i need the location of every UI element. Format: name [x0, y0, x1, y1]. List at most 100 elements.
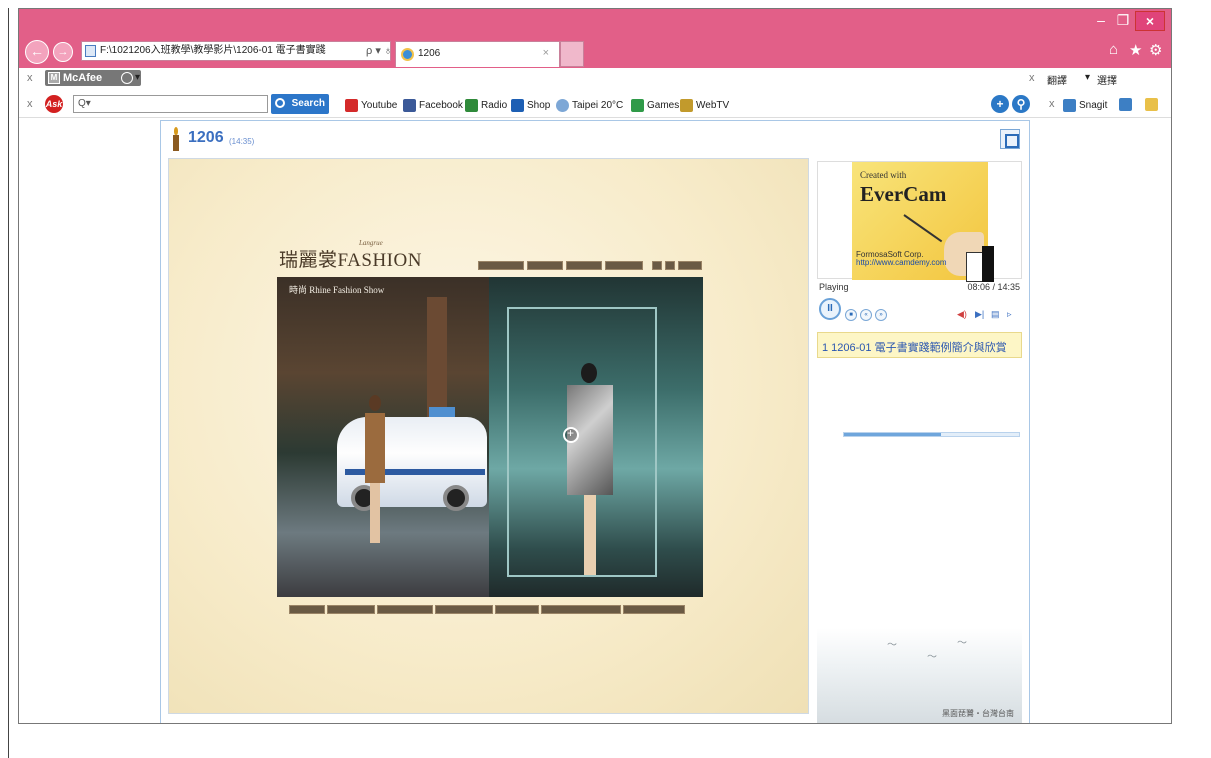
evercam-banner: Created with EverCam FormosaSoft Corp. h…	[852, 162, 994, 282]
search-button[interactable]: Search	[271, 94, 329, 114]
taxi-image	[337, 407, 487, 511]
add-icon[interactable]: +	[991, 95, 1009, 113]
model-left-image	[365, 395, 385, 545]
zoom-cursor-icon	[563, 426, 579, 443]
volume-icon[interactable]: ◀)	[957, 309, 967, 320]
evercam-url[interactable]: http://www.camdemy.com	[856, 258, 947, 267]
snagit-button[interactable]: Snagit	[1063, 98, 1107, 114]
tab-1206[interactable]: 1206 ×	[395, 41, 560, 67]
magazine-spread[interactable]: 時尚 Rhine Fashion Show	[277, 277, 703, 597]
maximize-button[interactable]: ❐	[1113, 11, 1133, 31]
magazine-menu-item[interactable]	[605, 261, 643, 270]
mcafee-button[interactable]: M McAfee	[45, 70, 141, 86]
capture-icon	[1119, 98, 1132, 111]
playback-controls: II ■ « » ◀) ▶| ▤ ▹	[817, 295, 1022, 437]
close-snagit-icon[interactable]: x	[1049, 98, 1055, 110]
minimize-button[interactable]: –	[1091, 11, 1111, 31]
select-button[interactable]: 選擇	[1097, 72, 1117, 87]
decorative-caption: 黑面琵鷺・台灣台南	[942, 709, 1014, 718]
toolbar-link-webtv[interactable]: WebTV	[680, 98, 729, 114]
settings-gear-icon[interactable]: ⚙	[1149, 41, 1162, 59]
magazine-menu-item[interactable]	[527, 261, 563, 270]
page-nav-button[interactable]	[435, 605, 493, 614]
rewind-button[interactable]: «	[860, 309, 872, 321]
chevron-down-icon[interactable]: ▾	[135, 72, 140, 83]
close-button[interactable]: ×	[1135, 11, 1165, 31]
page-nav-button[interactable]	[623, 605, 685, 614]
chevron-down-icon[interactable]: ▾	[1085, 72, 1090, 83]
slide-stage[interactable]: Langrue 瑞麗裳FASHION 時尚 Rhine Fashion Show…	[168, 158, 809, 714]
title-bar: – ❐ × ← → F:\1021206入班教學\教學影片\1206-01 電子…	[19, 9, 1171, 68]
pause-button[interactable]: II	[819, 298, 841, 320]
tab-close-icon[interactable]: ×	[543, 47, 549, 59]
snagit-icon	[1063, 99, 1076, 112]
fast-forward-button[interactable]: »	[875, 309, 887, 321]
page-nav-button[interactable]	[289, 605, 325, 614]
toolbar-link-shop[interactable]: Shop	[511, 98, 550, 114]
toolbar-link-facebook[interactable]: Facebook	[403, 98, 463, 114]
chapter-list-item[interactable]: 1 1206-01 電子書實踐範例簡介與欣賞	[817, 332, 1022, 358]
progress-bar[interactable]	[843, 432, 1020, 437]
bird-icon: 〜	[887, 640, 897, 651]
stop-button[interactable]: ■	[845, 309, 857, 321]
player-header: 1206 (14:35)	[161, 121, 1029, 157]
toolbar-link-youtube[interactable]: Youtube	[345, 98, 397, 114]
forward-button[interactable]: →	[53, 42, 73, 62]
toolbar-link-weather[interactable]: Taipei 20°C	[556, 98, 623, 114]
toolbar-link-label: Taipei 20°C	[572, 100, 624, 111]
ask-logo-icon[interactable]: Ask	[45, 95, 63, 113]
page-nav-button[interactable]	[541, 605, 621, 614]
page-nav-button[interactable]	[495, 605, 539, 614]
new-tab-button[interactable]	[560, 41, 584, 67]
magazine-menu-item[interactable]	[652, 261, 662, 270]
playback-status: Playing 08:06 / 14:35	[819, 282, 1022, 294]
search-icon	[275, 98, 285, 108]
page-content: 1206 (14:35) Langrue 瑞麗裳FASHION 時尚 Rhine…	[19, 119, 1171, 723]
search-round-icon[interactable]: ⚲	[1012, 95, 1030, 113]
evercam-title: EverCam	[860, 182, 947, 206]
toolbar-link-label: Games	[647, 100, 680, 111]
close-toolbar-icon[interactable]: x	[27, 72, 33, 84]
toolbar-link-games[interactable]: Games	[631, 98, 679, 114]
address-tools[interactable]: ρ ▾ ♁	[366, 42, 390, 60]
video-player: 1206 (14:35) Langrue 瑞麗裳FASHION 時尚 Rhine…	[160, 120, 1030, 723]
magazine-menu-item[interactable]	[678, 261, 702, 270]
decorative-spoonbill-image: 〜 〜 〜 黑面琵鷺・台灣台南	[817, 628, 1022, 723]
back-button[interactable]: ←	[25, 40, 49, 64]
page-icon	[85, 45, 96, 57]
photo-caption: 時尚 Rhine Fashion Show	[289, 285, 385, 295]
games-icon	[631, 99, 644, 112]
address-bar[interactable]: F:\1021206入班教學\教學影片\1206-01 電子書實踐 ρ ▾ ♁	[81, 41, 391, 61]
snagit-capture-button[interactable]	[1119, 98, 1132, 114]
magazine-menu-item[interactable]	[665, 261, 675, 270]
toolbar-link-label: Facebook	[419, 100, 463, 111]
toolbar-link-radio[interactable]: Radio	[465, 98, 507, 114]
home-icon[interactable]: ⌂	[1109, 41, 1118, 58]
favorites-icon[interactable]: ★	[1129, 41, 1142, 59]
arrow-left-icon: ←	[30, 43, 44, 59]
playback-time: 08:06 / 14:35	[967, 282, 1020, 292]
magazine-menu-item[interactable]	[478, 261, 524, 270]
next-chapter-icon[interactable]: ▶|	[975, 309, 984, 320]
fullscreen-button[interactable]	[1000, 129, 1020, 149]
bird-icon: 〜	[957, 638, 967, 649]
close-toolbar-icon[interactable]: x	[27, 98, 33, 110]
snagit-edit-button[interactable]	[1145, 98, 1158, 114]
brand-logo: 瑞麗裳FASHION	[279, 250, 422, 271]
magazine-menu-item[interactable]	[566, 261, 602, 270]
arrow-right-icon: →	[57, 46, 69, 58]
tv-icon	[680, 99, 693, 112]
translate-button[interactable]: 翻譯	[1047, 72, 1067, 87]
search-input[interactable]: Q▾	[73, 95, 268, 113]
close-translate-icon[interactable]: x	[1029, 72, 1035, 84]
pointer-icon[interactable]: ▹	[1007, 309, 1012, 320]
address-text: F:\1021206入班教學\教學影片\1206-01 電子書實踐	[100, 45, 326, 56]
page-nav-button[interactable]	[327, 605, 375, 614]
page-nav-button[interactable]	[377, 605, 433, 614]
candle-icon	[171, 127, 181, 151]
caption-icon[interactable]: ▤	[991, 309, 1000, 320]
ask-toolbar: x Ask Q▾ Search Youtube Facebook Radio S…	[19, 90, 1171, 118]
player-title: 1206	[188, 129, 224, 146]
evercam-created-with: Created with	[860, 170, 907, 180]
mcafee-logo-icon: M	[48, 72, 60, 84]
